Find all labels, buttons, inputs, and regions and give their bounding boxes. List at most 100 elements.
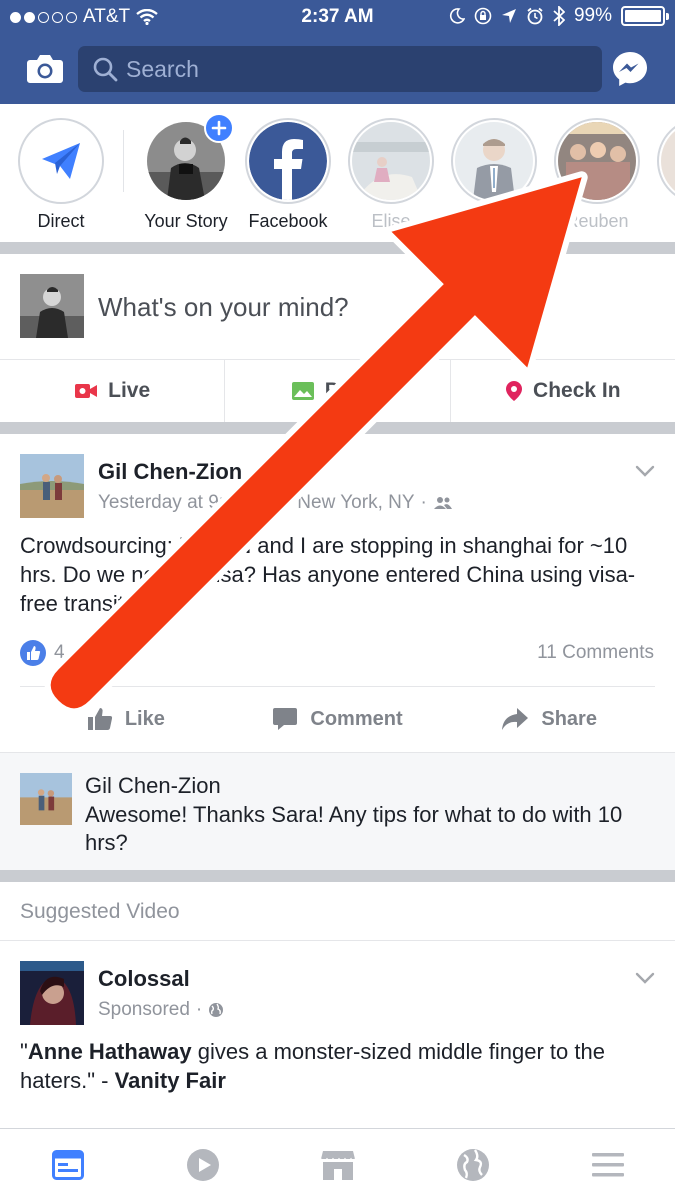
- news-feed-icon: [51, 1149, 84, 1180]
- story-ring: [18, 118, 104, 204]
- stories-divider: [123, 130, 124, 192]
- stories-tray: Direct Your Story Facebook Elise Danny R…: [0, 104, 675, 242]
- story-ring: [245, 118, 331, 204]
- story-label: Elise: [371, 211, 411, 231]
- post-location[interactable]: New York, NY: [297, 492, 414, 514]
- thumbs-up-icon: [87, 708, 112, 730]
- tab-notifications[interactable]: [405, 1129, 540, 1200]
- bluetooth-icon: [553, 6, 565, 26]
- suggested-video: Suggested Video Colossal Sponsored · "An…: [0, 882, 675, 1128]
- post-text: Crowdsourcing: Rachel and I are stopping…: [20, 533, 636, 616]
- story-reuben[interactable]: Reuben: [551, 118, 643, 232]
- share-button[interactable]: Share: [443, 687, 655, 751]
- status-composer: What's on your mind? Live Photo Check In: [0, 254, 675, 422]
- comment-count[interactable]: 11 Comments: [537, 642, 654, 664]
- story-danny[interactable]: Danny: [448, 118, 540, 232]
- page-name[interactable]: Colossal: [98, 966, 190, 992]
- like-reaction-icon: [20, 640, 46, 666]
- like-count[interactable]: 4: [54, 642, 65, 664]
- comment-author[interactable]: Gil Chen-Zion: [85, 773, 221, 799]
- comment-text: Awesome! Thanks Sara! Any tips for what …: [85, 802, 623, 855]
- comment-icon: [273, 708, 298, 730]
- chevron-down-icon[interactable]: [635, 971, 655, 985]
- check-in-label: Check In: [533, 379, 621, 402]
- story-label: Reuben: [565, 211, 629, 231]
- section-heading: Suggested Video: [20, 900, 180, 923]
- video-play-icon: [186, 1148, 219, 1181]
- story-label: Direct: [37, 211, 85, 231]
- tab-menu[interactable]: [540, 1129, 675, 1200]
- avatar: [20, 274, 84, 338]
- section-separator: [0, 242, 675, 254]
- avatar[interactable]: [20, 961, 84, 1025]
- story-elise[interactable]: Elise: [345, 118, 437, 232]
- avatar[interactable]: [20, 454, 84, 518]
- search-icon: [93, 57, 118, 82]
- sponsored-label[interactable]: Sponsored: [98, 999, 190, 1021]
- search-placeholder: Search: [126, 55, 199, 82]
- photo-label: Photo: [324, 379, 385, 402]
- avatar: [352, 122, 430, 200]
- story-ring: [657, 118, 675, 204]
- tab-news-feed[interactable]: [0, 1129, 135, 1200]
- story-ring: [348, 118, 434, 204]
- story-label: Danny: [467, 211, 521, 231]
- globe-icon: [456, 1148, 489, 1181]
- battery-icon: [621, 6, 669, 26]
- tagged-person[interactable]: Rachel: [179, 533, 251, 558]
- hamburger-menu-icon: [591, 1152, 624, 1176]
- avatar: [455, 122, 533, 200]
- messenger-icon[interactable]: [611, 50, 649, 88]
- divider: [0, 940, 675, 941]
- post-meta: Yesterday at 9:38 PM · New York, NY ·: [98, 492, 453, 514]
- feed-post: Gil Chen-Zion Yesterday at 9:38 PM · New…: [0, 434, 675, 870]
- story-direct[interactable]: Direct: [15, 118, 107, 232]
- alarm-icon: [527, 7, 543, 25]
- post-text: "Anne Hathaway gives a monster-sized mid…: [20, 1039, 605, 1093]
- post-stats: 4 11 Comments: [20, 640, 654, 666]
- top-navigation-bar: AT&T 2:37 AM 99% Search: [0, 0, 675, 104]
- top-comment[interactable]: Gil Chen-Zion Awesome! Thanks Sara! Any …: [0, 752, 675, 870]
- status-bar: AT&T 2:37 AM 99%: [0, 0, 675, 34]
- photo-button[interactable]: Photo: [224, 360, 449, 422]
- live-video-icon: [75, 384, 98, 398]
- bottom-tab-bar: [0, 1128, 675, 1200]
- check-in-button[interactable]: Check In: [449, 360, 675, 422]
- search-input[interactable]: Search: [78, 46, 602, 92]
- globe-icon: [209, 1003, 224, 1017]
- map-pin-icon: [506, 381, 523, 401]
- post-author[interactable]: Gil Chen-Zion: [98, 459, 242, 485]
- section-separator: [0, 870, 675, 882]
- story-label: Facebook: [248, 211, 328, 231]
- friends-audience-icon: [433, 497, 452, 509]
- story-ring: [554, 118, 640, 204]
- photo-icon: [291, 382, 314, 400]
- composer-prompt[interactable]: What's on your mind?: [98, 292, 349, 323]
- tab-video[interactable]: [135, 1129, 270, 1200]
- tab-marketplace[interactable]: [270, 1129, 405, 1200]
- avatar: [558, 122, 636, 200]
- moon-icon: [449, 8, 465, 24]
- section-separator: [0, 422, 675, 434]
- add-story-icon[interactable]: [204, 113, 234, 143]
- paper-plane-icon: [42, 143, 80, 179]
- chevron-down-icon[interactable]: [635, 464, 655, 478]
- battery-percentage: 99%: [573, 5, 612, 26]
- story-facebook[interactable]: Facebook: [242, 118, 334, 232]
- facebook-logo-icon: [249, 122, 327, 200]
- composer-actions: Live Photo Check In: [0, 359, 675, 422]
- sponsored-meta: Sponsored ·: [98, 999, 224, 1021]
- post-actions: Like Comment Share: [20, 686, 655, 751]
- story-label: Your Story: [144, 211, 228, 231]
- marketplace-icon: [319, 1150, 356, 1180]
- comment-button[interactable]: Comment: [232, 687, 444, 751]
- story-more[interactable]: [654, 118, 675, 204]
- rotation-lock-icon: [474, 7, 492, 25]
- location-icon: [501, 9, 516, 23]
- avatar[interactable]: [20, 773, 72, 825]
- post-time[interactable]: Yesterday at 9:38 PM: [98, 492, 279, 514]
- camera-icon[interactable]: [26, 52, 64, 84]
- like-button[interactable]: Like: [20, 687, 232, 751]
- live-label: Live: [108, 379, 151, 402]
- live-button[interactable]: Live: [0, 360, 224, 422]
